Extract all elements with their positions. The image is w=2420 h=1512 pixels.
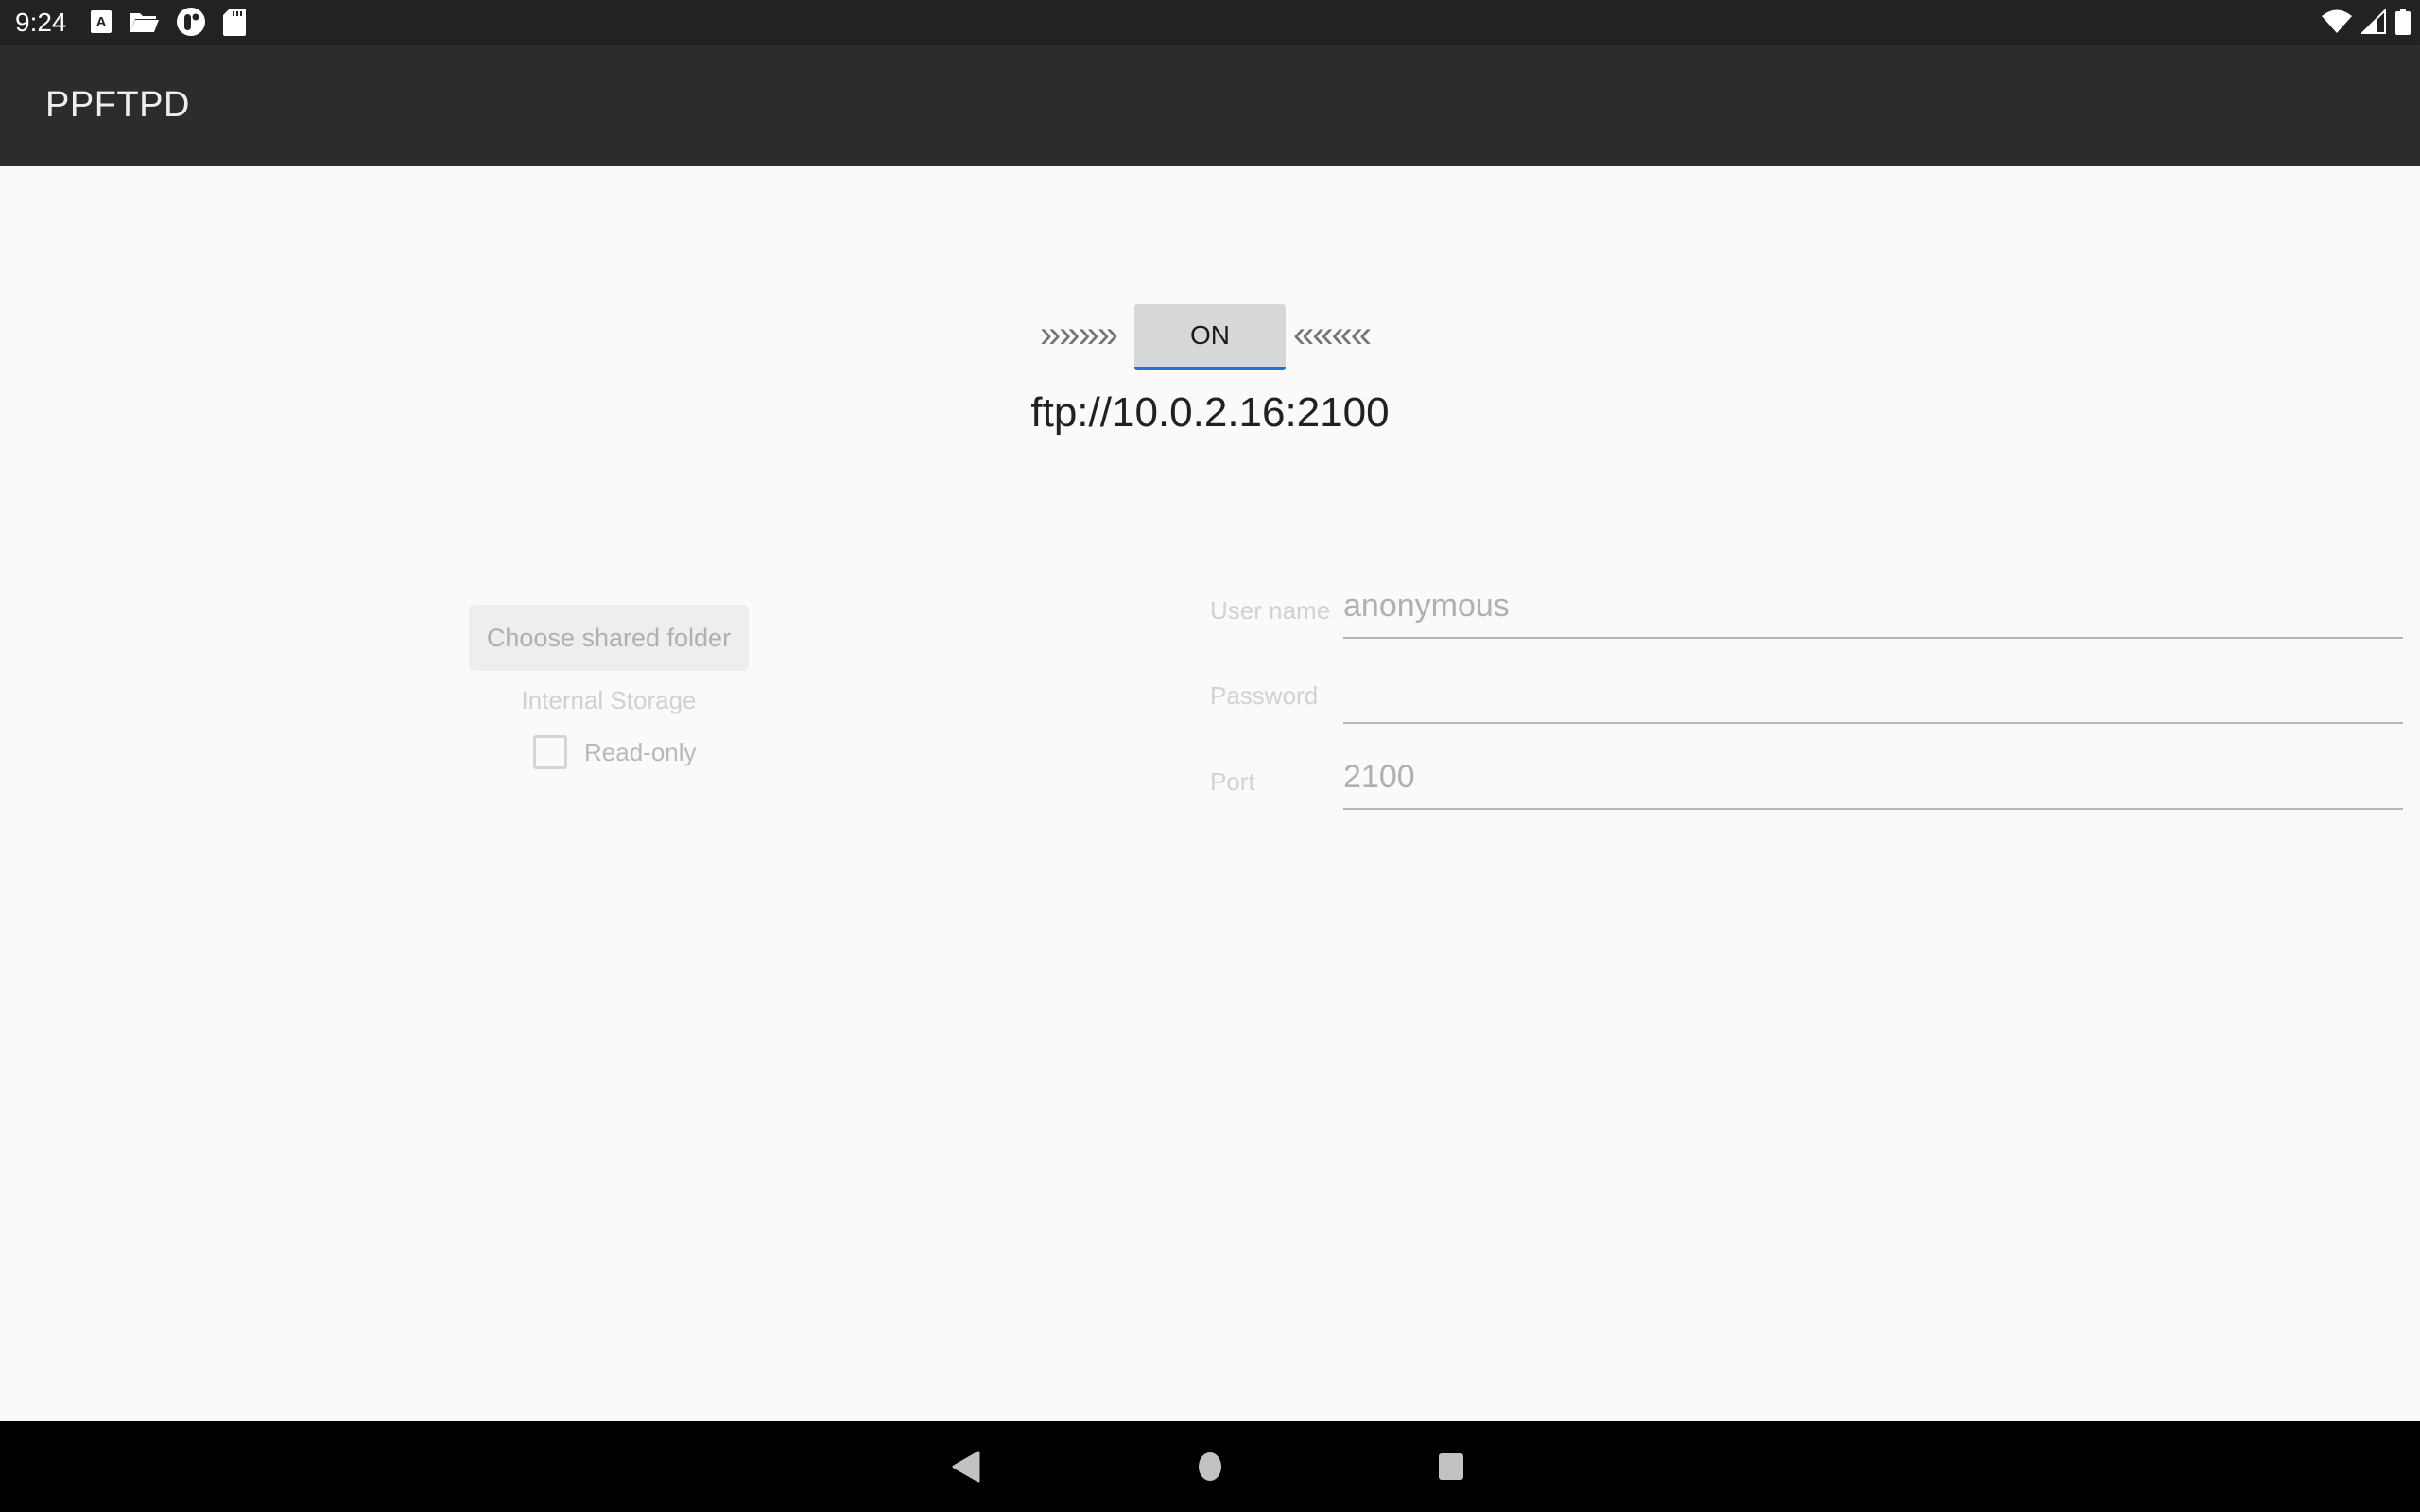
- readonly-checkbox[interactable]: [533, 735, 567, 769]
- svg-text:A: A: [96, 14, 107, 30]
- status-bar: 9:24 A: [0, 0, 2420, 45]
- folder-icon: [129, 9, 159, 39]
- home-button[interactable]: [1191, 1448, 1229, 1486]
- notification-icons: A: [91, 7, 246, 41]
- username-input[interactable]: [1343, 582, 2403, 639]
- app-bar: PPFTPD: [0, 45, 2420, 166]
- port-input[interactable]: [1343, 753, 2403, 810]
- home-icon: [1199, 1452, 1221, 1481]
- readonly-label: Read-only: [584, 737, 697, 766]
- status-time: 9:24: [15, 8, 67, 37]
- server-toggle-button[interactable]: ON: [1134, 304, 1286, 370]
- font-a-icon: A: [91, 9, 112, 38]
- app-title: PPFTPD: [45, 85, 190, 125]
- cell-signal-icon: [2360, 8, 2386, 39]
- password-row: Password: [1210, 648, 2403, 724]
- readonly-checkbox-row[interactable]: Read-only: [533, 733, 697, 771]
- app-circle-icon: [176, 7, 206, 42]
- port-row: Port: [1210, 734, 2403, 810]
- recents-icon: [1439, 1453, 1463, 1480]
- username-label: User name: [1210, 596, 1331, 625]
- navigation-bar: [0, 1421, 2420, 1512]
- arrows-left-decoration: »»»»: [1040, 314, 1118, 355]
- battery-icon: [2395, 8, 2411, 40]
- server-toggle-row: »»»» ON ««««: [0, 304, 2420, 374]
- recents-button[interactable]: [1432, 1448, 1470, 1486]
- password-input[interactable]: [1343, 667, 2403, 724]
- back-button[interactable]: [947, 1448, 985, 1486]
- back-icon: [952, 1451, 980, 1483]
- sd-card-icon: [223, 8, 246, 41]
- wifi-icon: [2322, 9, 2352, 39]
- storage-label: Internal Storage: [521, 686, 697, 714]
- password-label: Password: [1210, 681, 1319, 710]
- system-status-icons: [2322, 8, 2411, 40]
- port-label: Port: [1210, 767, 1255, 796]
- arrows-right-decoration: ««««: [1293, 314, 1372, 355]
- ftp-url: ftp://10.0.2.16:2100: [1030, 389, 1390, 436]
- choose-shared-folder-button[interactable]: Choose shared folder: [469, 605, 749, 671]
- main-content: »»»» ON «««« ftp://10.0.2.16:2100 Choose…: [0, 166, 2420, 1421]
- username-row: User name: [1210, 563, 2403, 639]
